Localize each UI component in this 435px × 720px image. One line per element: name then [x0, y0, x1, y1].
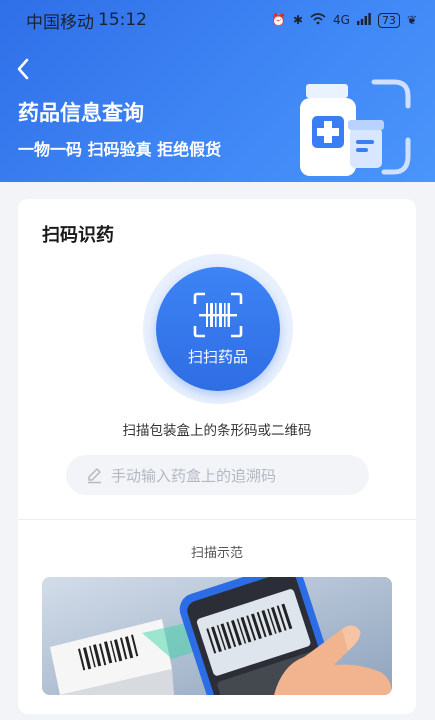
scan-medicine-button[interactable]: 扫扫药品 [156, 267, 280, 391]
alarm-icon: ⏰ [270, 13, 286, 27]
edit-icon [88, 467, 101, 483]
bluetooth-icon: ✱ [292, 13, 303, 27]
chevron-left-icon [17, 58, 29, 80]
scan-button-halo: 扫扫药品 [143, 254, 293, 404]
page-subtitle: 一物一码 扫码验真 拒绝假货 [18, 140, 222, 159]
header: 中国移动 15:12 ⏰ ✱ 4G 73 ❦ 药品信息查询 一物一码 扫码验真 … [0, 0, 435, 182]
network-label: 4G [333, 13, 350, 27]
scan-hint-text: 扫描包装盒上的条形码或二维码 [122, 423, 312, 439]
signal-icon [356, 12, 371, 28]
carrier-label: 中国移动 [26, 12, 94, 33]
scan-button-label: 扫扫药品 [187, 347, 248, 366]
wifi-icon [310, 12, 326, 28]
demo-title: 扫描示范 [190, 546, 243, 561]
page-title: 药品信息查询 [18, 101, 144, 125]
barcode-scan-icon [193, 292, 243, 337]
back-button[interactable] [10, 54, 36, 84]
card-title: 扫码识药 [42, 225, 114, 246]
scan-card: 扫码识药 扫扫药品 扫描包装盒上的条形码或二维码 手动输入药盒上的追溯码 扫描示… [18, 199, 416, 714]
status-bar: 中国移动 15:12 ⏰ ✱ 4G 73 ❦ [0, 0, 435, 40]
battery-indicator: 73 [377, 12, 400, 28]
leaf-icon: ❦ [406, 13, 417, 27]
divider [18, 519, 416, 520]
manual-trace-code-input[interactable]: 手动输入药盒上的追溯码 [66, 455, 369, 495]
manual-input-placeholder: 手动输入药盒上的追溯码 [111, 466, 277, 485]
time-label: 15:12 [98, 10, 147, 30]
scan-demo-image [42, 577, 392, 695]
medicine-bottle-illustration [296, 76, 416, 180]
